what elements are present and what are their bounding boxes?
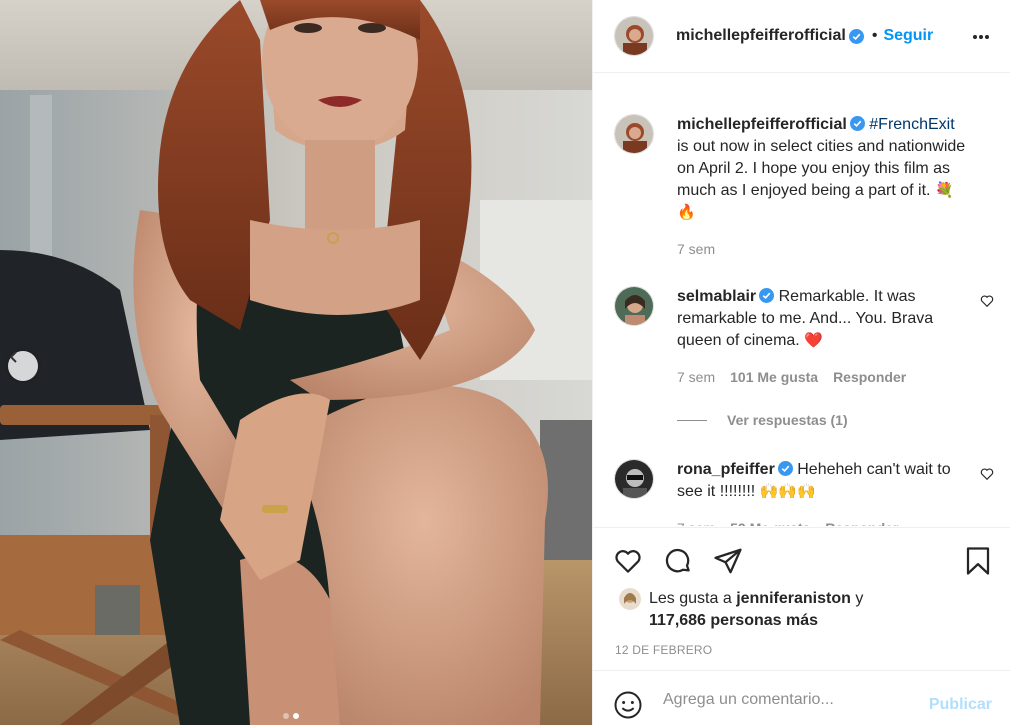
likes-prefix: Les gusta a [649,590,732,607]
post-sidebar: michellepfeifferofficial • Seguir michel… [592,0,1010,725]
verified-icon [759,288,775,303]
post-date[interactable]: 12 DE FEBRERO [615,643,712,657]
verified-icon [848,28,864,44]
caption-time[interactable]: 7 sem [677,238,715,260]
carousel-dot [283,713,289,719]
view-replies[interactable]: Ver respuestas (1) [677,412,848,428]
chevron-left-icon [9,351,17,363]
reply-button[interactable]: Responder [825,517,898,526]
like-heart-icon[interactable] [613,546,643,576]
likes-joiner: y [855,590,864,607]
comment-likes[interactable]: 101 Me gusta [730,366,818,388]
reply-button[interactable]: Responder [833,366,906,388]
heart-icon[interactable] [980,467,994,481]
view-replies-label: Ver respuestas (1) [727,412,848,428]
author-avatar[interactable] [614,16,654,56]
likes-count[interactable]: 117,686 personas más [649,612,818,629]
likes-user[interactable]: jenniferaniston [736,590,851,607]
more-icon[interactable] [971,27,991,47]
caption-text: is out now in select cities and nationwi… [677,138,966,199]
replies-line [677,419,707,421]
comment-time[interactable]: 7 sem [677,517,715,526]
comment-input[interactable] [663,687,913,713]
comment-time[interactable]: 7 sem [677,366,715,388]
carousel-dot-active [293,713,299,719]
emoji-icon[interactable] [613,690,643,720]
commenter-username[interactable]: selmablair [677,288,756,305]
action-bar [593,527,1010,587]
comment-body: rona_pfeiffer Heheheh can't wait to see … [677,459,967,526]
caption-hashtag[interactable]: #FrenchExit [869,116,954,133]
liker-avatar[interactable] [619,588,641,610]
follow-button[interactable]: Seguir [883,27,933,45]
header-bullet: • [871,27,878,44]
caption-username[interactable]: michellepfeifferofficial [677,116,847,133]
comment-item: rona_pfeiffer Heheheh can't wait to see … [614,459,994,526]
comment-emoji: 🙌🙌🙌 [759,483,816,500]
add-comment-bar: Publicar [593,670,1010,725]
likes-summary[interactable]: Les gusta a jenniferaniston y 117,686 pe… [619,588,863,632]
post-photo[interactable] [0,0,592,725]
verified-icon [849,116,865,131]
carousel-prev-button[interactable] [8,351,38,381]
commenter-avatar[interactable] [614,286,654,326]
post-header: michellepfeifferofficial • Seguir [593,0,1010,73]
caption: michellepfeifferofficial #FrenchExit is … [614,114,994,260]
caption-avatar[interactable] [614,114,654,154]
post-image [0,0,592,725]
comment-item: selmablair Remarkable. It was remarkable… [614,286,994,388]
comment-icon[interactable] [663,546,693,576]
author-username[interactable]: michellepfeifferofficial [676,27,846,45]
commenter-username[interactable]: rona_pfeiffer [677,461,775,478]
caption-meta: 7 sem [677,238,967,260]
heart-icon[interactable] [980,294,994,308]
comment-meta: 7 sem 52 Me gusta Responder [677,517,967,526]
likes-text: Les gusta a jenniferaniston y 117,686 pe… [649,588,863,632]
comment-likes[interactable]: 52 Me gusta [730,517,810,526]
publish-button[interactable]: Publicar [929,696,992,714]
caption-body: michellepfeifferofficial #FrenchExit is … [677,114,967,260]
comment-emoji: ❤️ [804,332,823,349]
carousel-dots [283,713,299,719]
share-icon[interactable] [713,546,743,576]
bookmark-icon[interactable] [963,546,993,576]
comments-list[interactable]: michellepfeifferofficial #FrenchExit is … [593,74,1010,526]
verified-icon [777,461,793,476]
comment-meta: 7 sem 101 Me gusta Responder [677,366,967,388]
comment-body: selmablair Remarkable. It was remarkable… [677,286,967,388]
commenter-avatar[interactable] [614,459,654,499]
